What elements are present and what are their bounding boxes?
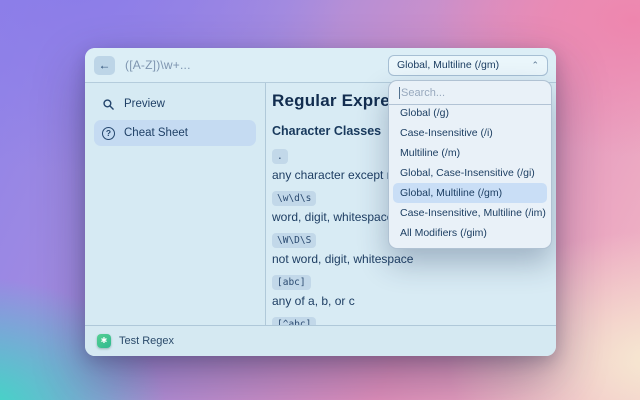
regex-token-badge: \W\D\S	[272, 233, 316, 248]
sidebar-item-preview[interactable]: Preview	[94, 91, 256, 117]
modifier-dropdown-button[interactable]: Global, Multiline (/gm) ⌃	[388, 55, 548, 76]
chevron-up-icon: ⌃	[531, 61, 539, 70]
regex-token-description: any of a, b, or c	[272, 294, 556, 308]
dropdown-option-global[interactable]: Global (/g)	[393, 105, 547, 123]
modifier-options-list: Global (/g) Case-Insensitive (/i) Multil…	[389, 105, 551, 248]
app-name: Test Regex	[119, 335, 174, 347]
regex-app-window: ← ([A-Z])\w+... Global, Multiline (/gm) …	[85, 48, 556, 356]
text-cursor	[399, 87, 400, 99]
window-topbar: ← ([A-Z])\w+... Global, Multiline (/gm) …	[85, 48, 556, 83]
sidebar-item-cheat-sheet[interactable]: ? Cheat Sheet	[94, 120, 256, 146]
asterisk-glyph: ✱	[101, 337, 108, 345]
regex-token-badge: [abc]	[272, 275, 311, 290]
modifier-dropdown-panel: Search... Global (/g) Case-Insensitive (…	[388, 80, 552, 249]
list-item: [abc] any of a, b, or c	[272, 272, 556, 308]
regex-token-badge: \w\d\s	[272, 191, 316, 206]
back-arrow-icon: ←	[99, 59, 111, 71]
dropdown-option-global-case-insensitive[interactable]: Global, Case-Insensitive (/gi)	[393, 163, 547, 183]
sidebar: Preview ? Cheat Sheet	[85, 83, 266, 325]
search-placeholder: Search...	[401, 87, 445, 99]
window-footer: ✱ Test Regex	[85, 325, 556, 356]
regex-token-description: not word, digit, whitespace	[272, 252, 556, 266]
modifier-search-input[interactable]: Search...	[389, 81, 551, 105]
modifier-dropdown-label: Global, Multiline (/gm)	[397, 59, 499, 71]
question-circle-icon: ?	[102, 127, 115, 140]
back-button[interactable]: ←	[94, 56, 115, 75]
magnifier-icon	[102, 98, 115, 111]
window-body: Preview ? Cheat Sheet Regular Expression…	[85, 83, 556, 325]
regex-token-badge: .	[272, 149, 288, 164]
dropdown-option-all-modifiers[interactable]: All Modifiers (/gim)	[393, 223, 547, 243]
dropdown-option-global-multiline[interactable]: Global, Multiline (/gm)	[393, 183, 547, 203]
sidebar-item-label: Cheat Sheet	[124, 127, 188, 139]
dropdown-option-case-insensitive[interactable]: Case-Insensitive (/i)	[393, 123, 547, 143]
sidebar-item-label: Preview	[124, 98, 165, 110]
desktop-background: ← ([A-Z])\w+... Global, Multiline (/gm) …	[0, 0, 640, 400]
list-item: [^abc] not a, b, or c	[272, 314, 556, 325]
regex-pattern-text[interactable]: ([A-Z])\w+...	[125, 58, 191, 72]
dropdown-option-multiline[interactable]: Multiline (/m)	[393, 143, 547, 163]
app-asterisk-icon: ✱	[97, 334, 111, 348]
dropdown-option-case-insensitive-multiline[interactable]: Case-Insensitive, Multiline (/im)	[393, 203, 547, 223]
regex-token-badge: [^abc]	[272, 317, 316, 325]
